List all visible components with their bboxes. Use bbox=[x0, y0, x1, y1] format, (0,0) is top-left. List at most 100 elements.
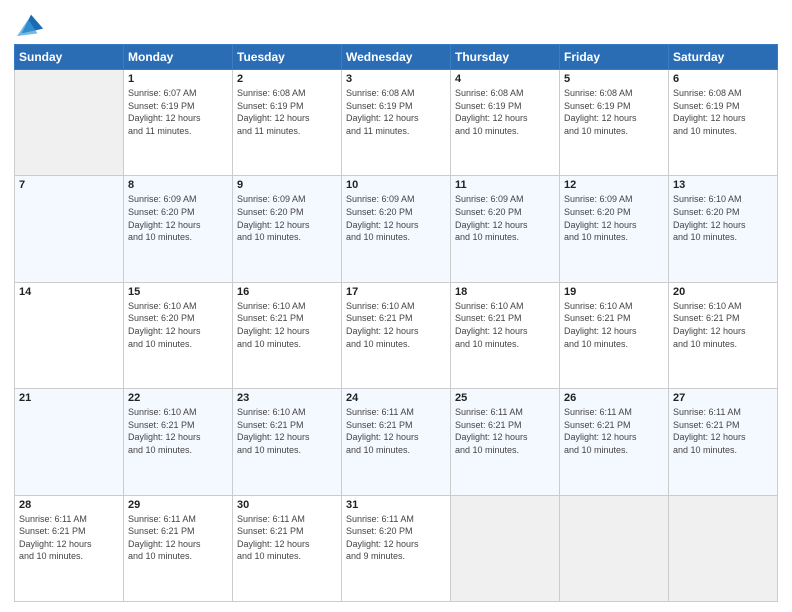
day-info: Sunrise: 6:11 AMSunset: 6:21 PMDaylight:… bbox=[128, 513, 228, 563]
day-info: Sunrise: 6:11 AMSunset: 6:21 PMDaylight:… bbox=[455, 406, 555, 456]
day-info: Sunrise: 6:10 AMSunset: 6:21 PMDaylight:… bbox=[237, 406, 337, 456]
day-number: 15 bbox=[128, 286, 228, 298]
day-number: 1 bbox=[128, 73, 228, 85]
cell-w3-d0: 14 bbox=[15, 282, 124, 388]
cell-w4-d6: 27 Sunrise: 6:11 AMSunset: 6:21 PMDayligh… bbox=[669, 389, 778, 495]
day-number: 8 bbox=[128, 179, 228, 191]
header-sunday: Sunday bbox=[15, 45, 124, 70]
cell-w4-d5: 26Sunrise: 6:11 AMSunset: 6:21 PMDayligh… bbox=[560, 389, 669, 495]
cell-w2-d3: 10 Sunrise: 6:09 AMSunset: 6:20 PMDayligh… bbox=[342, 176, 451, 282]
day-info: Sunrise: 6:10 AMSunset: 6:21 PMDaylight:… bbox=[128, 406, 228, 456]
cell-w5-d1: 29 Sunrise: 6:11 AMSunset: 6:21 PMDayligh… bbox=[124, 495, 233, 601]
day-number: 31 bbox=[346, 499, 446, 511]
day-info: Sunrise: 6:10 AMSunset: 6:21 PMDaylight:… bbox=[237, 300, 337, 350]
cell-w2-d2: 9 Sunrise: 6:09 AMSunset: 6:20 PMDaylight… bbox=[233, 176, 342, 282]
day-info: Sunrise: 6:11 AMSunset: 6:21 PMDaylight:… bbox=[673, 406, 773, 456]
week-row-4: 21 22 Sunrise: 6:10 AMSunset: 6:21 PMDayli… bbox=[15, 389, 778, 495]
logo bbox=[14, 14, 45, 38]
day-info: Sunrise: 6:11 AMSunset: 6:21 PMDaylight:… bbox=[237, 513, 337, 563]
logo-icon bbox=[17, 10, 45, 38]
day-number: 4 bbox=[455, 73, 555, 85]
day-info: Sunrise: 6:10 AMSunset: 6:21 PMDaylight:… bbox=[673, 300, 773, 350]
day-info: Sunrise: 6:08 AMSunset: 6:19 PMDaylight:… bbox=[673, 87, 773, 137]
cell-w3-d4: 18 Sunrise: 6:10 AMSunset: 6:21 PMDayligh… bbox=[451, 282, 560, 388]
cell-w1-d3: 3 Sunrise: 6:08 AMSunset: 6:19 PMDaylight… bbox=[342, 70, 451, 176]
day-info: Sunrise: 6:10 AMSunset: 6:20 PMDaylight:… bbox=[128, 300, 228, 350]
day-info: Sunrise: 6:11 AMSunset: 6:21 PMDaylight:… bbox=[564, 406, 664, 456]
day-number: 20 bbox=[673, 286, 773, 298]
cell-w5-d6 bbox=[669, 495, 778, 601]
day-info: Sunrise: 6:09 AMSunset: 6:20 PMDaylight:… bbox=[455, 193, 555, 243]
week-row-3: 14 15 Sunrise: 6:10 AMSunset: 6:20 PMDayli… bbox=[15, 282, 778, 388]
week-row-1: 1 Sunrise: 6:07 AMSunset: 6:19 PMDaylight… bbox=[15, 70, 778, 176]
day-number: 9 bbox=[237, 179, 337, 191]
day-number: 6 bbox=[673, 73, 773, 85]
cell-w1-d1: 1 Sunrise: 6:07 AMSunset: 6:19 PMDaylight… bbox=[124, 70, 233, 176]
day-info: Sunrise: 6:07 AMSunset: 6:19 PMDaylight:… bbox=[128, 87, 228, 137]
header-monday: Monday bbox=[124, 45, 233, 70]
day-number: 25 bbox=[455, 392, 555, 404]
weekday-header-row: Sunday Monday Tuesday Wednesday Thursday… bbox=[15, 45, 778, 70]
cell-w5-d4 bbox=[451, 495, 560, 601]
day-number: 18 bbox=[455, 286, 555, 298]
day-number: 11 bbox=[455, 179, 555, 191]
day-number: 21 bbox=[19, 392, 119, 404]
day-info: Sunrise: 6:08 AMSunset: 6:19 PMDaylight:… bbox=[564, 87, 664, 137]
cell-w3-d2: 16 Sunrise: 6:10 AMSunset: 6:21 PMDayligh… bbox=[233, 282, 342, 388]
header-wednesday: Wednesday bbox=[342, 45, 451, 70]
cell-w3-d3: 17 Sunrise: 6:10 AMSunset: 6:21 PMDayligh… bbox=[342, 282, 451, 388]
day-info: Sunrise: 6:09 AMSunset: 6:20 PMDaylight:… bbox=[346, 193, 446, 243]
day-info: Sunrise: 6:11 AMSunset: 6:20 PMDaylight:… bbox=[346, 513, 446, 563]
day-info: Sunrise: 6:09 AMSunset: 6:20 PMDaylight:… bbox=[128, 193, 228, 243]
day-info: Sunrise: 6:11 AMSunset: 6:21 PMDaylight:… bbox=[19, 513, 119, 563]
day-number: 27 bbox=[673, 392, 773, 404]
cell-w2-d4: 11 Sunrise: 6:09 AMSunset: 6:20 PMDayligh… bbox=[451, 176, 560, 282]
header-thursday: Thursday bbox=[451, 45, 560, 70]
cell-w5-d0: 28 Sunrise: 6:11 AMSunset: 6:21 PMDayligh… bbox=[15, 495, 124, 601]
day-info: Sunrise: 6:09 AMSunset: 6:20 PMDaylight:… bbox=[564, 193, 664, 243]
header-friday: Friday bbox=[560, 45, 669, 70]
cell-w4-d2: 23Sunrise: 6:10 AMSunset: 6:21 PMDayligh… bbox=[233, 389, 342, 495]
header-tuesday: Tuesday bbox=[233, 45, 342, 70]
day-info: Sunrise: 6:09 AMSunset: 6:20 PMDaylight:… bbox=[237, 193, 337, 243]
cell-w5-d2: 30 Sunrise: 6:11 AMSunset: 6:21 PMDayligh… bbox=[233, 495, 342, 601]
day-number: 16 bbox=[237, 286, 337, 298]
day-number: 12 bbox=[564, 179, 664, 191]
day-number: 2 bbox=[237, 73, 337, 85]
cell-w1-d0 bbox=[15, 70, 124, 176]
cell-w1-d5: 5Sunrise: 6:08 AMSunset: 6:19 PMDaylight… bbox=[560, 70, 669, 176]
cell-w4-d1: 22 Sunrise: 6:10 AMSunset: 6:21 PMDayligh… bbox=[124, 389, 233, 495]
header bbox=[14, 10, 778, 38]
cell-w4-d4: 25 Sunrise: 6:11 AMSunset: 6:21 PMDayligh… bbox=[451, 389, 560, 495]
calendar-table: Sunday Monday Tuesday Wednesday Thursday… bbox=[14, 44, 778, 602]
cell-w3-d1: 15 Sunrise: 6:10 AMSunset: 6:20 PMDayligh… bbox=[124, 282, 233, 388]
day-number: 28 bbox=[19, 499, 119, 511]
day-info: Sunrise: 6:08 AMSunset: 6:19 PMDaylight:… bbox=[455, 87, 555, 137]
cell-w4-d3: 24 Sunrise: 6:11 AMSunset: 6:21 PMDayligh… bbox=[342, 389, 451, 495]
day-info: Sunrise: 6:10 AMSunset: 6:21 PMDaylight:… bbox=[564, 300, 664, 350]
cell-w1-d2: 2Sunrise: 6:08 AMSunset: 6:19 PMDaylight… bbox=[233, 70, 342, 176]
day-number: 13 bbox=[673, 179, 773, 191]
day-number: 30 bbox=[237, 499, 337, 511]
week-row-2: 78 Sunrise: 6:09 AMSunset: 6:20 PMDayligh… bbox=[15, 176, 778, 282]
day-number: 17 bbox=[346, 286, 446, 298]
cell-w2-d1: 8 Sunrise: 6:09 AMSunset: 6:20 PMDaylight… bbox=[124, 176, 233, 282]
day-number: 24 bbox=[346, 392, 446, 404]
day-number: 29 bbox=[128, 499, 228, 511]
day-info: Sunrise: 6:10 AMSunset: 6:21 PMDaylight:… bbox=[346, 300, 446, 350]
header-saturday: Saturday bbox=[669, 45, 778, 70]
cell-w2-d0: 7 bbox=[15, 176, 124, 282]
day-info: Sunrise: 6:11 AMSunset: 6:21 PMDaylight:… bbox=[346, 406, 446, 456]
cell-w3-d5: 19 Sunrise: 6:10 AMSunset: 6:21 PMDayligh… bbox=[560, 282, 669, 388]
cell-w1-d4: 4 Sunrise: 6:08 AMSunset: 6:19 PMDaylight… bbox=[451, 70, 560, 176]
day-number: 10 bbox=[346, 179, 446, 191]
cell-w5-d3: 31 Sunrise: 6:11 AMSunset: 6:20 PMDayligh… bbox=[342, 495, 451, 601]
week-row-5: 28 Sunrise: 6:11 AMSunset: 6:21 PMDayligh… bbox=[15, 495, 778, 601]
day-number: 3 bbox=[346, 73, 446, 85]
day-number: 22 bbox=[128, 392, 228, 404]
day-info: Sunrise: 6:10 AMSunset: 6:21 PMDaylight:… bbox=[455, 300, 555, 350]
day-number: 7 bbox=[19, 179, 119, 191]
day-number: 19 bbox=[564, 286, 664, 298]
cell-w1-d6: 6 Sunrise: 6:08 AMSunset: 6:19 PMDaylight… bbox=[669, 70, 778, 176]
day-info: Sunrise: 6:08 AMSunset: 6:19 PMDaylight:… bbox=[346, 87, 446, 137]
